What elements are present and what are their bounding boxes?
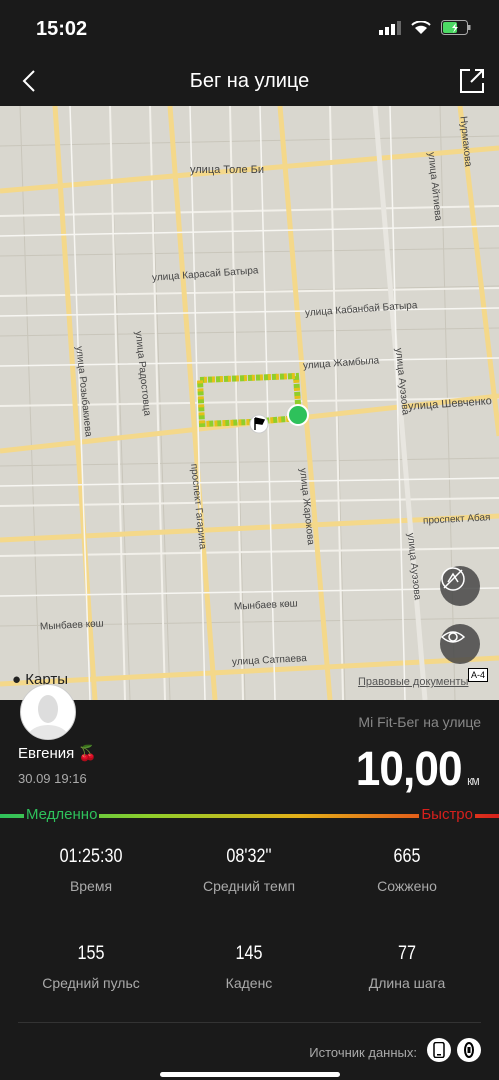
eye-icon: [440, 631, 466, 643]
stat-value: 01:25:30: [59, 846, 123, 867]
stat-label: Средний темп: [202, 878, 296, 894]
stat-label: Время: [69, 878, 113, 894]
divider: [18, 1022, 481, 1023]
home-indicator: [160, 1072, 340, 1077]
status-icons: [379, 20, 471, 35]
legal-link[interactable]: Правовые документы: [358, 676, 468, 688]
stat-value: 665: [393, 846, 421, 867]
wifi-icon: [411, 20, 431, 34]
workout-source: Mi Fit-Бег на улице: [358, 714, 481, 730]
data-source-label: Источник данных:: [309, 1045, 417, 1060]
user-name: Евгения 🍒: [18, 745, 98, 762]
stat-avg-pace: 08'32'' Средний темп: [166, 846, 332, 894]
phone-source-button[interactable]: [427, 1038, 451, 1062]
fitness-band-icon: [464, 1042, 474, 1058]
nav-bar: Бег на улице: [0, 58, 499, 106]
apple-icon: ●: [12, 671, 22, 688]
page-title: Бег на улице: [189, 70, 310, 92]
status-bar: 15:02: [0, 0, 499, 58]
band-source-button[interactable]: [457, 1038, 481, 1062]
hide-pace-icon: [441, 567, 465, 591]
stat-time: 01:25:30 Время: [8, 846, 174, 894]
avatar[interactable]: [20, 684, 76, 740]
route-map[interactable]: улица Толе Би улица Карасай Батыра улица…: [0, 106, 499, 700]
stat-avg-heart-rate: 155 Средний пульс: [8, 943, 174, 991]
stat-label: Сожжено: [377, 878, 437, 894]
distance-value: 10,00 км: [355, 742, 480, 797]
road-badge: A-4: [468, 668, 489, 682]
phone-icon: [433, 1042, 445, 1058]
stat-value: 155: [77, 943, 105, 964]
stat-stride-length: 77 Длина шага: [324, 943, 490, 991]
stat-calories: 665 Сожжено: [324, 846, 490, 894]
stat-cadence: 145 Каденс: [166, 943, 332, 991]
end-marker: [287, 404, 309, 426]
workout-date: 30.09 19:16: [18, 771, 87, 786]
pace-legend: Медленно Быстро: [0, 806, 499, 824]
battery-icon: [441, 20, 471, 35]
stat-label: Длина шага: [368, 975, 446, 991]
stat-value: 145: [235, 943, 263, 964]
stat-value: 08'32'': [226, 846, 272, 867]
stat-label: Каденс: [225, 975, 273, 991]
distance-number: 10,00: [355, 743, 463, 796]
distance-unit: км: [467, 773, 480, 788]
status-time: 15:02: [36, 18, 88, 40]
signal-icon: [379, 20, 401, 35]
user-photo: [28, 695, 68, 739]
view-toggle-button[interactable]: [440, 624, 480, 664]
stat-value: 77: [398, 943, 416, 964]
street-label: улица Толе Би: [190, 164, 264, 176]
stat-label: Средний пульс: [42, 975, 140, 991]
pace-fast-label: Быстро: [419, 806, 475, 823]
pace-toggle-button[interactable]: [440, 566, 480, 606]
pace-slow-label: Медленно: [24, 806, 100, 823]
workout-summary: Евгения 🍒 30.09 19:16 Mi Fit-Бег на улиц…: [0, 684, 499, 1080]
share-icon[interactable]: [457, 66, 487, 96]
